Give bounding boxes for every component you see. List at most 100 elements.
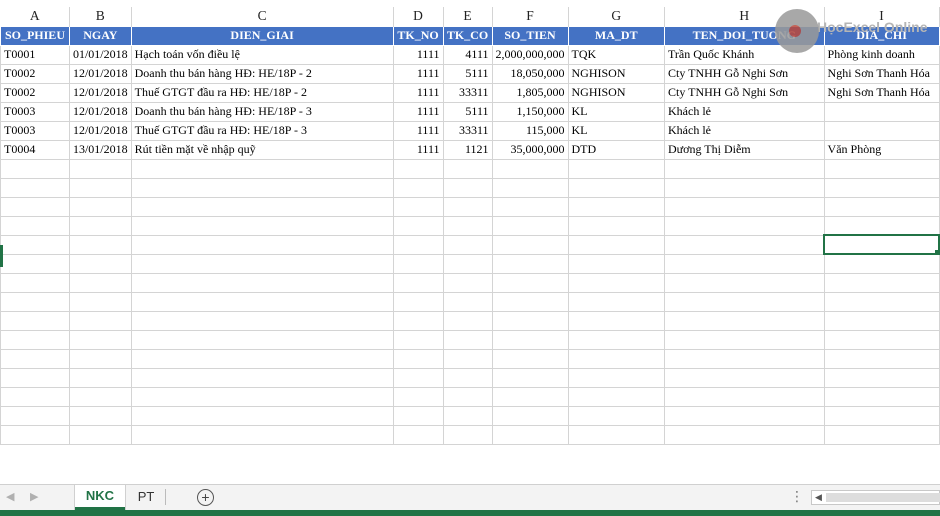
empty-cell[interactable] xyxy=(567,215,665,236)
cell[interactable]: Hạch toán vốn điều lệ xyxy=(130,44,394,65)
empty-cell[interactable] xyxy=(823,386,940,407)
empty-cell[interactable] xyxy=(823,310,940,331)
horizontal-scrollbar[interactable]: ◀ xyxy=(811,490,940,505)
cell-table[interactable]: A B C D E F G H I SO_PHIEU NGAY DIEN_GIAI TK_NO TK_CO… xyxy=(0,7,940,445)
empty-cell[interactable] xyxy=(0,405,70,426)
empty-cell[interactable] xyxy=(491,405,569,426)
empty-cell[interactable] xyxy=(823,158,940,179)
empty-cell[interactable] xyxy=(130,177,394,198)
empty-cell[interactable] xyxy=(392,253,444,274)
empty-cell[interactable] xyxy=(442,329,493,350)
cell[interactable]: 33311 xyxy=(442,120,493,141)
empty-cell[interactable] xyxy=(491,272,569,293)
empty-cell[interactable] xyxy=(823,424,940,445)
empty-cell[interactable] xyxy=(664,272,825,293)
cell[interactable]: Nghi Sơn Thanh Hóa xyxy=(823,82,940,103)
empty-cell[interactable] xyxy=(823,196,940,217)
cell[interactable]: NGHISON xyxy=(567,63,665,84)
header-cell[interactable]: NGAY xyxy=(68,25,132,46)
empty-cell[interactable] xyxy=(442,253,493,274)
empty-cell[interactable] xyxy=(392,291,444,312)
cell[interactable]: 1121 xyxy=(442,139,493,160)
empty-cell[interactable] xyxy=(664,310,825,331)
cell[interactable]: Dương Thị Diễm xyxy=(664,139,825,160)
empty-cell[interactable] xyxy=(491,424,569,445)
cell[interactable]: Cty TNHH Gỗ Nghi Sơn xyxy=(664,82,825,103)
empty-cell[interactable] xyxy=(664,158,825,179)
empty-cell[interactable] xyxy=(567,424,665,445)
spreadsheet-grid[interactable]: A B C D E F G H I SO_PHIEU NGAY DIEN_GIAI TK_NO TK_CO… xyxy=(0,0,940,484)
empty-cell[interactable] xyxy=(68,348,132,369)
empty-cell[interactable] xyxy=(68,158,132,179)
empty-cell[interactable] xyxy=(442,405,493,426)
column-header-f[interactable]: F xyxy=(492,7,569,26)
empty-cell[interactable] xyxy=(392,234,444,255)
empty-cell[interactable] xyxy=(68,424,132,445)
tab-scroll-right-icon[interactable]: ▶ xyxy=(30,490,38,503)
cell[interactable]: T0003 xyxy=(0,120,70,141)
cell[interactable]: KL xyxy=(567,120,665,141)
empty-cell[interactable] xyxy=(68,329,132,350)
empty-cell[interactable] xyxy=(664,367,825,388)
empty-cell[interactable] xyxy=(664,386,825,407)
empty-cell[interactable] xyxy=(491,177,569,198)
empty-cell[interactable] xyxy=(567,367,665,388)
empty-cell[interactable] xyxy=(442,234,493,255)
cell[interactable]: 33311 xyxy=(442,82,493,103)
selected-cell[interactable] xyxy=(823,234,940,255)
empty-cell[interactable] xyxy=(491,158,569,179)
empty-cell[interactable] xyxy=(442,386,493,407)
empty-cell[interactable] xyxy=(442,310,493,331)
column-header-a[interactable]: A xyxy=(0,7,70,26)
empty-cell[interactable] xyxy=(664,405,825,426)
cell[interactable]: Thuế GTGT đầu ra HĐ: HE/18P - 3 xyxy=(130,120,394,141)
cell[interactable]: Khách lẻ xyxy=(664,101,825,122)
cell[interactable]: 18,050,000 xyxy=(491,63,569,84)
empty-cell[interactable] xyxy=(442,291,493,312)
empty-cell[interactable] xyxy=(567,405,665,426)
cell[interactable]: 1,150,000 xyxy=(491,101,569,122)
empty-cell[interactable] xyxy=(0,367,70,388)
empty-cell[interactable] xyxy=(664,196,825,217)
empty-cell[interactable] xyxy=(491,291,569,312)
empty-cell[interactable] xyxy=(823,405,940,426)
empty-cell[interactable] xyxy=(442,196,493,217)
empty-cell[interactable] xyxy=(442,348,493,369)
empty-cell[interactable] xyxy=(0,272,70,293)
empty-cell[interactable] xyxy=(442,424,493,445)
empty-cell[interactable] xyxy=(392,329,444,350)
empty-cell[interactable] xyxy=(567,272,665,293)
cell[interactable]: Nghi Sơn Thanh Hóa xyxy=(823,63,940,84)
empty-cell[interactable] xyxy=(664,329,825,350)
empty-cell[interactable] xyxy=(0,177,70,198)
cell[interactable]: 12/01/2018 xyxy=(68,101,132,122)
empty-cell[interactable] xyxy=(442,158,493,179)
cell[interactable]: Rút tiền mặt về nhập quỹ xyxy=(130,139,394,160)
cell[interactable]: 4111 xyxy=(442,44,493,65)
tab-nkc[interactable]: NKC xyxy=(75,485,125,510)
empty-cell[interactable] xyxy=(392,348,444,369)
empty-cell[interactable] xyxy=(442,177,493,198)
empty-cell[interactable] xyxy=(823,272,940,293)
empty-cell[interactable] xyxy=(392,272,444,293)
empty-cell[interactable] xyxy=(130,158,394,179)
empty-cell[interactable] xyxy=(130,405,394,426)
empty-cell[interactable] xyxy=(0,253,70,274)
empty-cell[interactable] xyxy=(0,386,70,407)
empty-cell[interactable] xyxy=(392,310,444,331)
cell[interactable]: KL xyxy=(567,101,665,122)
cell[interactable]: 35,000,000 xyxy=(491,139,569,160)
empty-cell[interactable] xyxy=(823,215,940,236)
cell[interactable]: T0001 xyxy=(0,44,70,65)
empty-cell[interactable] xyxy=(823,348,940,369)
cell[interactable] xyxy=(823,101,940,122)
cell[interactable]: 1111 xyxy=(392,44,444,65)
empty-cell[interactable] xyxy=(491,253,569,274)
empty-cell[interactable] xyxy=(130,367,394,388)
empty-cell[interactable] xyxy=(68,196,132,217)
empty-cell[interactable] xyxy=(130,253,394,274)
empty-cell[interactable] xyxy=(130,310,394,331)
tab-scroll-left-icon[interactable]: ◀ xyxy=(6,490,14,503)
cell[interactable]: 2,000,000,000 xyxy=(491,44,569,65)
empty-cell[interactable] xyxy=(68,177,132,198)
